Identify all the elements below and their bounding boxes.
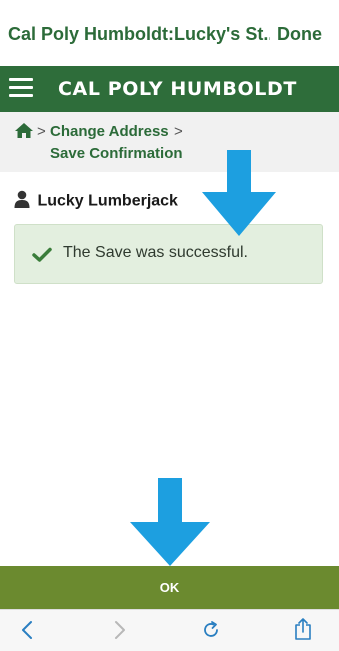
- forward-icon[interactable]: [111, 620, 127, 645]
- home-icon[interactable]: [14, 122, 34, 144]
- done-button[interactable]: Done: [277, 24, 322, 45]
- browser-top-bar: Cal Poly Humboldt:Lucky's St... Done: [0, 0, 339, 67]
- browser-page-title: Cal Poly Humboldt:Lucky's St...: [8, 24, 270, 44]
- breadcrumb-separator: >: [174, 123, 183, 140]
- breadcrumb: > Change Address > Save Confirmation: [0, 112, 339, 172]
- annotation-arrow-icon: [202, 150, 276, 236]
- ok-button[interactable]: OK: [0, 566, 339, 609]
- success-message: The Save was successful.: [63, 244, 248, 261]
- site-logo-text[interactable]: CAL POLY HUMBOLDT: [58, 78, 297, 100]
- user-heading: Lucky Lumberjack: [14, 190, 178, 212]
- person-icon: [14, 190, 30, 213]
- hamburger-icon[interactable]: [9, 78, 33, 98]
- checkmark-icon: [32, 247, 52, 267]
- success-alert: The Save was successful.: [14, 224, 323, 284]
- reload-icon[interactable]: [201, 620, 221, 645]
- browser-bottom-nav: [0, 609, 339, 651]
- site-header: CAL POLY HUMBOLDT: [0, 66, 339, 112]
- back-icon[interactable]: [20, 620, 36, 645]
- breadcrumb-separator: >: [37, 123, 46, 140]
- annotation-arrow-icon: [130, 478, 210, 566]
- breadcrumb-save-confirmation: Save Confirmation: [50, 145, 183, 162]
- share-icon[interactable]: [293, 618, 313, 645]
- breadcrumb-change-address[interactable]: Change Address: [50, 123, 169, 140]
- user-name: Lucky Lumberjack: [37, 192, 178, 210]
